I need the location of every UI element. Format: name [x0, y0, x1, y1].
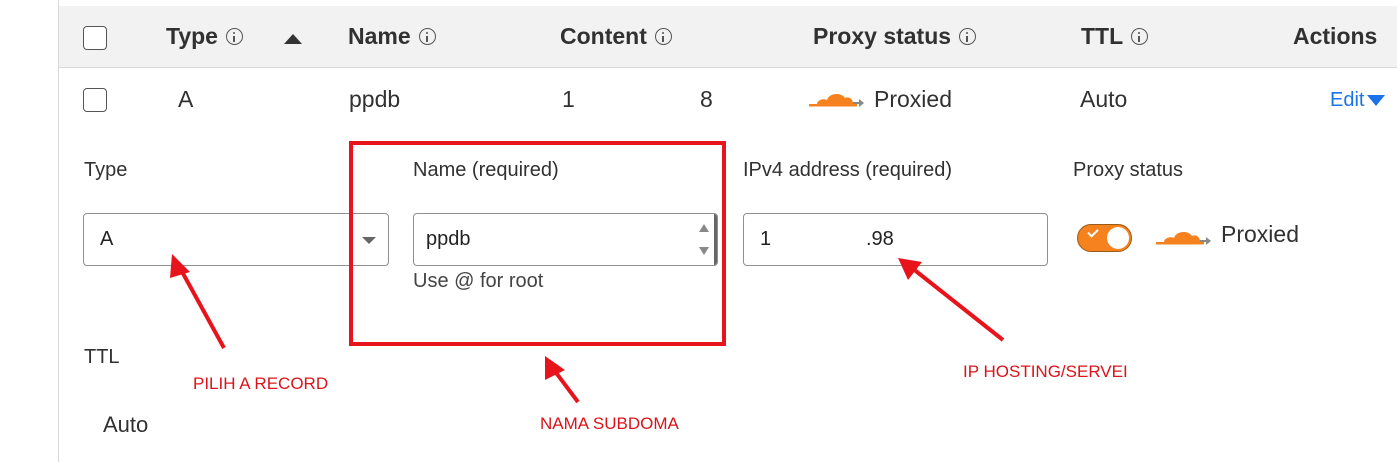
annotation-ip: IP HOSTING/SERVEI	[963, 362, 1128, 381]
annotation-name: NAMA SUBDOMA	[540, 414, 679, 433]
annotation-type: PILIH A RECORD	[193, 374, 329, 393]
